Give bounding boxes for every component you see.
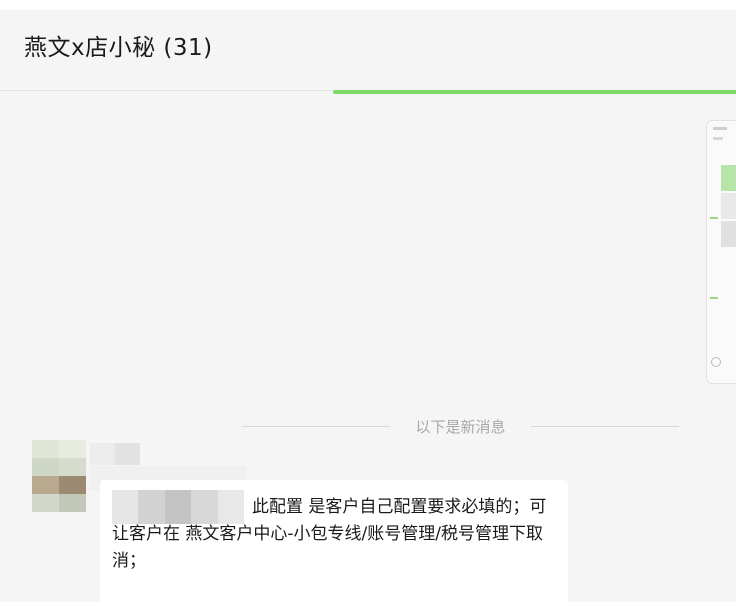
thumbnail-icon	[711, 357, 721, 367]
divider-line-left	[242, 426, 390, 427]
thumbnail-detail	[710, 297, 718, 299]
loading-progress-bar	[333, 90, 736, 94]
thumbnail-detail	[721, 221, 736, 247]
divider-line-right	[531, 426, 679, 427]
chat-window: 燕文x店小秘 (31) 以下是新消息 此配置 是客户自己配置要求必填的；可让客户…	[0, 10, 736, 606]
avatar-pixel	[59, 476, 86, 494]
avatar-pixel	[59, 494, 86, 512]
avatar-pixel	[32, 440, 59, 458]
thumbnail-detail	[721, 193, 736, 219]
avatar-pixel	[32, 494, 59, 512]
chat-header: 燕文x店小秘 (31)	[0, 10, 736, 90]
thumbnail-detail	[713, 137, 723, 140]
blur-block	[90, 443, 115, 465]
message-bubble[interactable]: 此配置 是客户自己配置要求必填的；可让客户在 燕文客户中心-小包专线/账号管理/…	[100, 480, 568, 606]
thumbnail-detail	[721, 165, 736, 191]
avatar-pixel	[32, 458, 59, 476]
new-messages-label: 以下是新消息	[415, 418, 506, 436]
thumbnail-detail	[710, 217, 718, 219]
message-text: 此配置 是客户自己配置要求必填的；可让客户在 燕文客户中心-小包专线/账号管理/…	[112, 497, 547, 571]
sender-avatar[interactable]	[32, 440, 86, 512]
chat-title[interactable]: 燕文x店小秘 (31)	[24, 28, 213, 62]
image-message-thumbnail[interactable]	[706, 120, 736, 384]
blur-block	[115, 443, 140, 465]
sender-name-blurred	[90, 443, 140, 465]
new-messages-divider: 以下是新消息	[242, 414, 679, 438]
avatar-pixel	[32, 476, 59, 494]
avatar-pixel	[59, 440, 86, 458]
thumbnail-detail	[713, 127, 727, 130]
avatar-pixel	[59, 458, 86, 476]
